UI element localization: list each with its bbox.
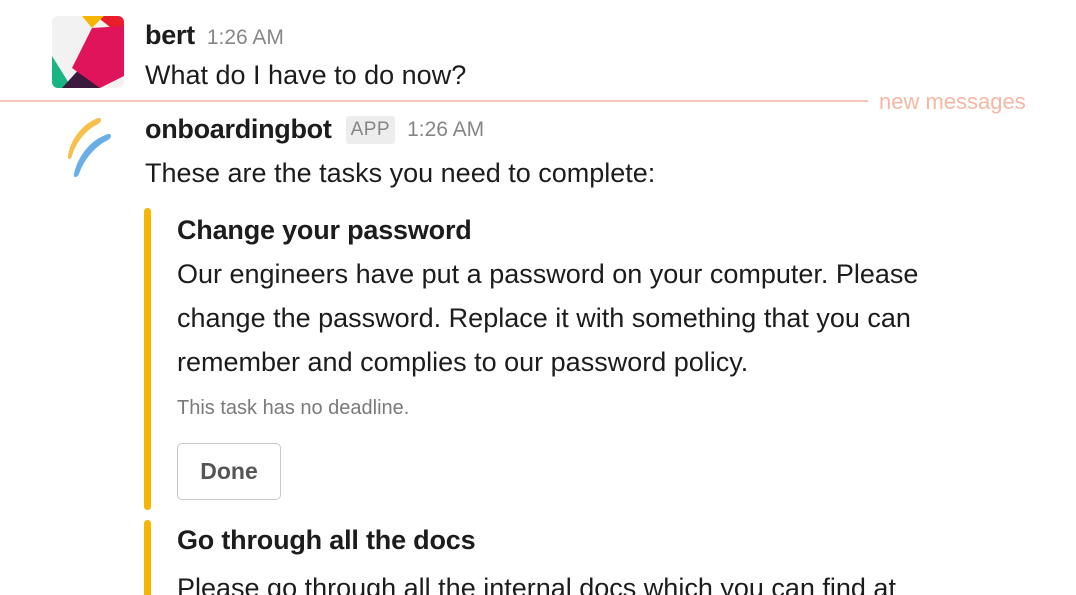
task-description: Our engineers have put a password on you… [177,259,919,377]
bert-avatar[interactable] [52,16,124,88]
onboardingbot-avatar[interactable] [60,112,120,184]
message-text: What do I have to do now? [145,60,467,90]
chat-window: bert 1:26 AM What do I have to do now? ne… [0,0,1076,595]
task-title: Change your password [177,215,472,245]
attachment-accent-bar [144,208,151,510]
brush-strokes-icon [67,117,111,177]
message-header: bert 1:26 AM [145,20,284,51]
new-messages-divider [0,100,868,102]
message-text: These are the tasks you need to complete… [145,158,656,188]
author-name[interactable]: onboardingbot [145,114,332,145]
task-attachment: Go through all the docs Please go throug… [144,520,1004,595]
app-badge: APP [345,115,396,144]
task-attachment: Change your password Our engineers have … [144,208,1004,510]
author-name[interactable]: bert [145,20,195,50]
attachment-accent-bar [144,520,151,595]
new-messages-label: new messages [879,89,1026,114]
task-title: Go through all the docs [177,525,476,555]
task-description: Please go through all the internal docs … [177,573,896,595]
done-button[interactable]: Done [177,443,281,500]
slack-logo-icon [52,16,124,88]
task-deadline-note: This task has no deadline. [177,397,410,419]
timestamp[interactable]: 1:26 AM [207,26,284,49]
message-header: onboardingbot APP 1:26 AM [145,114,484,145]
timestamp[interactable]: 1:26 AM [407,118,484,142]
